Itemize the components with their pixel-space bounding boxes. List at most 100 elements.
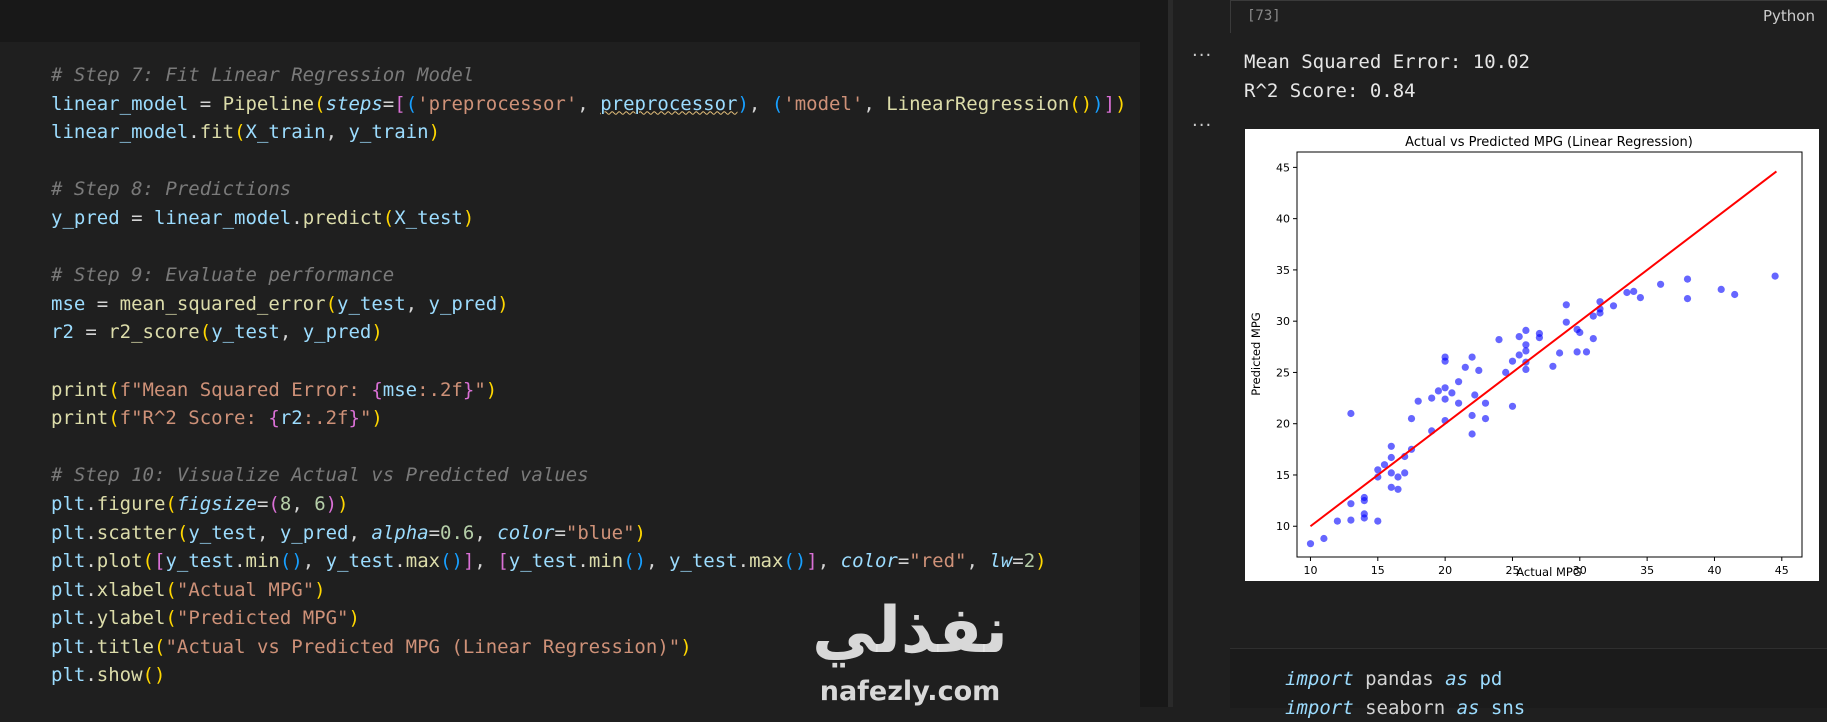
- code-line[interactable]: y_pred = linear_model.predict(X_test): [51, 204, 1127, 233]
- code-token: (): [142, 664, 166, 687]
- code-token: .: [394, 550, 406, 573]
- code-token: .: [737, 550, 750, 573]
- code-token: plot: [96, 550, 143, 573]
- code-line[interactable]: print(f"Mean Squared Error: {mse:.2f}"): [51, 376, 1127, 405]
- next-code-cell[interactable]: import pandas as pd import seaborn as sns: [1230, 648, 1827, 719]
- code-line[interactable]: [51, 233, 1127, 262]
- code-line[interactable]: mse = mean_squared_error(y_test, y_pred): [51, 290, 1127, 319]
- code-token: linear_model: [153, 206, 292, 229]
- x-tick-label: 40: [1707, 564, 1721, 577]
- code-token: ,: [302, 550, 326, 573]
- code-line[interactable]: # Step 9: Evaluate performance: [51, 261, 1127, 290]
- code-token: as: [1456, 696, 1480, 719]
- code-token: pandas: [1353, 668, 1446, 690]
- cell-language-label[interactable]: Python: [1763, 7, 1815, 25]
- x-tick-label: 15: [1371, 564, 1385, 577]
- code-token: alpha: [371, 521, 429, 544]
- code-token: preprocessor: [600, 92, 738, 115]
- code-token: .: [188, 121, 200, 144]
- scatter-point: [1576, 328, 1584, 337]
- code-line[interactable]: [51, 347, 1127, 376]
- code-token: ]: [806, 550, 818, 573]
- scatter-point: [1434, 387, 1442, 395]
- code-token: .: [577, 550, 589, 573]
- scatter-point: [1428, 394, 1436, 402]
- code-token: ,: [279, 321, 303, 344]
- scatter-point: [1455, 378, 1463, 386]
- code-token: linear_model: [51, 92, 189, 115]
- code-token: 0.6: [440, 521, 475, 544]
- code-token: (: [268, 492, 280, 515]
- scatter-point: [1468, 430, 1476, 438]
- code-token: y_test: [165, 550, 235, 573]
- code-token: =: [85, 292, 120, 315]
- scatter-point: [1562, 301, 1570, 309]
- code-token: .: [85, 635, 97, 658]
- scatter-point: [1333, 517, 1341, 525]
- code-token: xlabel: [96, 578, 166, 601]
- scatter-point: [1515, 333, 1523, 341]
- code-token: ): [348, 607, 360, 630]
- code-token: (: [382, 206, 395, 229]
- code-line[interactable]: r2 = r2_score(y_test, y_pred): [51, 318, 1127, 347]
- code-token: figsize: [176, 492, 257, 515]
- code-token: predict: [302, 206, 383, 229]
- x-tick-label: 35: [1640, 564, 1654, 577]
- code-line[interactable]: plt.scatter(y_test, y_pred, alpha=0.6, c…: [51, 519, 1127, 548]
- code-token: import: [1285, 696, 1354, 719]
- code-token: # Step 8: Predictions: [51, 178, 292, 201]
- code-token: (: [165, 607, 177, 630]
- code-token: lw: [989, 550, 1013, 573]
- code-token: ): [737, 92, 749, 115]
- code-token: 2: [1023, 550, 1036, 573]
- scatter-point: [1441, 357, 1449, 365]
- scatter-point: [1471, 391, 1479, 399]
- code-token: ): [314, 578, 326, 601]
- code-line[interactable]: [51, 433, 1127, 462]
- code-token: print: [51, 407, 109, 430]
- scatter-point: [1481, 415, 1490, 423]
- code-token: ): [428, 121, 441, 144]
- code-line[interactable]: plt.figure(figsize=(8, 6)): [51, 490, 1127, 519]
- code-line[interactable]: import pandas as pd: [1285, 665, 1525, 694]
- code-token: .: [85, 664, 97, 687]
- code-token: ,: [348, 521, 372, 544]
- code-token: y_pred: [428, 292, 498, 315]
- code-token: (: [405, 92, 418, 115]
- code-line[interactable]: # Step 10: Visualize Actual vs Predicted…: [51, 461, 1127, 490]
- code-line[interactable]: print(f"R^2 Score: {r2:.2f}"): [51, 404, 1127, 433]
- y-tick-label: 40: [1276, 213, 1290, 226]
- code-token: (: [165, 578, 177, 601]
- code-token: plt: [51, 607, 86, 630]
- code-token: (: [108, 407, 120, 430]
- code-token: plt: [51, 664, 86, 687]
- code-line[interactable]: linear_model.fit(X_train, y_train): [51, 118, 1127, 147]
- code-token: ): [462, 206, 475, 229]
- code-token: (: [142, 550, 154, 573]
- plot-actions-icon[interactable]: ...: [1192, 110, 1212, 131]
- code-token: (: [165, 492, 177, 515]
- code-token: (): [623, 550, 647, 573]
- code-line[interactable]: [51, 147, 1127, 176]
- scatter-point: [1407, 415, 1416, 423]
- y-tick-label: 45: [1276, 161, 1290, 174]
- code-token: max: [405, 550, 441, 573]
- next-cell-code[interactable]: import pandas as pd import seaborn as sns: [1285, 665, 1525, 722]
- code-token: =: [897, 550, 910, 573]
- scatter-point: [1387, 453, 1395, 462]
- code-token: "blue": [565, 521, 635, 544]
- scatter-point: [1461, 363, 1469, 371]
- code-line[interactable]: import seaborn as sns: [1285, 694, 1525, 722]
- code-token: "Actual vs Predicted MPG (Linear Regress…: [165, 635, 681, 658]
- code-line[interactable]: linear_model = Pipeline(steps=[('preproc…: [51, 90, 1127, 119]
- code-token: print: [51, 378, 109, 401]
- code-token: ]: [1103, 92, 1116, 115]
- code-line[interactable]: # Step 7: Fit Linear Regression Model: [51, 61, 1127, 90]
- output-actions-icon[interactable]: ...: [1192, 40, 1212, 61]
- previous-cell-area: [0, 0, 1140, 42]
- code-line[interactable]: # Step 8: Predictions: [51, 175, 1127, 204]
- scatter-point: [1573, 348, 1581, 356]
- code-line[interactable]: plt.plot([y_test.min(), y_test.max()], […: [51, 547, 1127, 576]
- x-tick-label: 10: [1303, 564, 1317, 577]
- code-token: y_test: [325, 550, 395, 573]
